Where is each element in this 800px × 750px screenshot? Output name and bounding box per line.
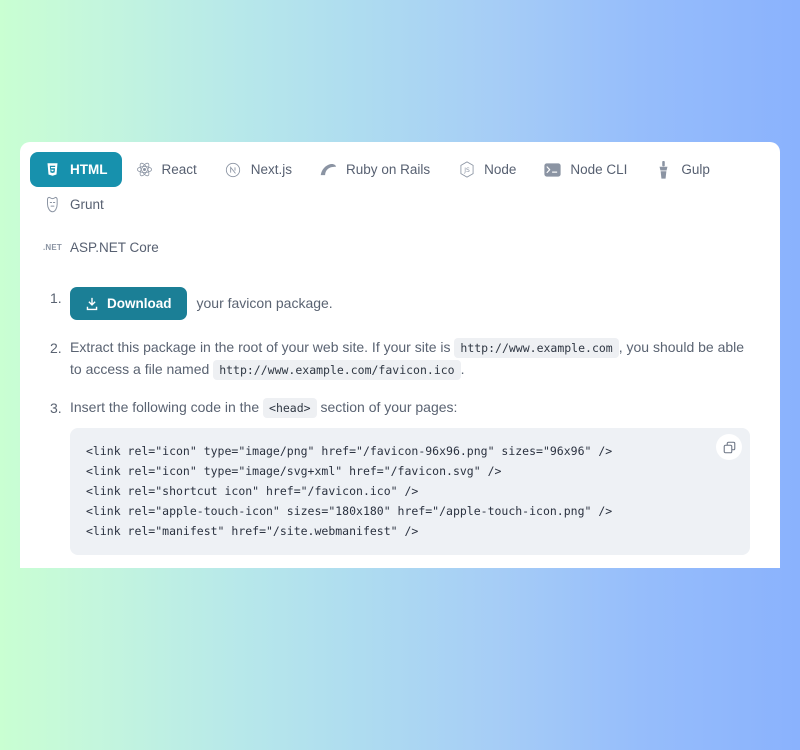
grunt-icon	[44, 196, 61, 213]
step-3-body: Insert the following code in the <head> …	[70, 397, 750, 559]
download-icon	[85, 297, 99, 311]
tab-label: HTML	[70, 161, 108, 177]
gulp-icon	[655, 160, 672, 179]
step-2-text-after: .	[460, 360, 465, 377]
rails-icon	[320, 161, 337, 178]
tab-asp-net-core[interactable]: .NET ASP.NET Core	[30, 230, 173, 265]
tab-ruby-on-rails[interactable]: Ruby on Rails	[306, 152, 444, 187]
download-button[interactable]: Download	[70, 287, 187, 320]
tab-label: Next.js	[250, 161, 293, 177]
favicon-instructions-card: HTML React Next.js Ruby on Rails JS Node…	[20, 142, 780, 568]
step-1-number: 1.	[50, 290, 62, 306]
download-button-label: Download	[107, 296, 172, 311]
tab-label: Node CLI	[570, 161, 628, 177]
dotnet-icon-text: .NET	[42, 242, 63, 252]
tab-grunt[interactable]: Grunt	[30, 187, 118, 222]
tab-label: ASP.NET Core	[70, 239, 159, 255]
tab-label: React	[161, 161, 197, 177]
step-3-number: 3.	[50, 400, 62, 417]
step-2-text-before: Extract this package in the root of your…	[70, 339, 451, 355]
favicon-code-lines: <link rel="icon" type="image/png" href="…	[86, 444, 613, 539]
tab-label: Node	[484, 161, 517, 177]
dotnet-icon: .NET	[42, 239, 63, 256]
tab-react[interactable]: React	[122, 152, 211, 187]
step-3: 3. Insert the following code in the <hea…	[50, 397, 750, 559]
tab-label: Ruby on Rails	[346, 161, 431, 177]
svg-text:JS: JS	[463, 167, 470, 174]
nodejs-icon: JS	[458, 161, 475, 178]
step-1: 1. Download your favicon package.	[50, 287, 750, 320]
favicon-code-block: <link rel="icon" type="image/png" href="…	[70, 428, 750, 556]
step-2-number: 2.	[50, 340, 62, 356]
tab-gulp[interactable]: Gulp	[641, 152, 724, 187]
html5-icon	[44, 161, 61, 178]
framework-tab-bar: HTML React Next.js Ruby on Rails JS Node…	[20, 142, 780, 222]
react-icon	[136, 161, 153, 178]
example-favicon-path-code: http://www.example.com/favicon.ico	[213, 359, 461, 380]
example-site-code: http://www.example.com	[454, 338, 619, 358]
tab-node-cli[interactable]: Node CLI	[530, 152, 641, 187]
step-1-text: your favicon package.	[196, 294, 333, 311]
step-3-text-before: Insert the following code in the	[70, 399, 260, 416]
copy-icon[interactable]	[716, 434, 742, 461]
tab-html[interactable]: HTML	[30, 152, 122, 187]
step-3-text-after: section of your pages:	[320, 399, 458, 416]
step-2: 2. Extract this package in the root of y…	[50, 337, 750, 380]
head-tag-code: <head>	[263, 398, 317, 419]
terminal-icon	[544, 161, 561, 178]
framework-tab-bar-row-2: .NET ASP.NET Core	[20, 220, 780, 265]
tab-node[interactable]: JS Node	[444, 152, 530, 187]
nextjs-icon	[225, 161, 242, 178]
step-2-body: Extract this package in the root of your…	[70, 337, 750, 380]
tab-label: Grunt	[70, 196, 104, 212]
instruction-steps: 1. Download your favicon package. 2. Ext…	[20, 265, 780, 568]
tab-label: Gulp	[681, 161, 710, 177]
tab-nextjs[interactable]: Next.js	[211, 152, 306, 187]
